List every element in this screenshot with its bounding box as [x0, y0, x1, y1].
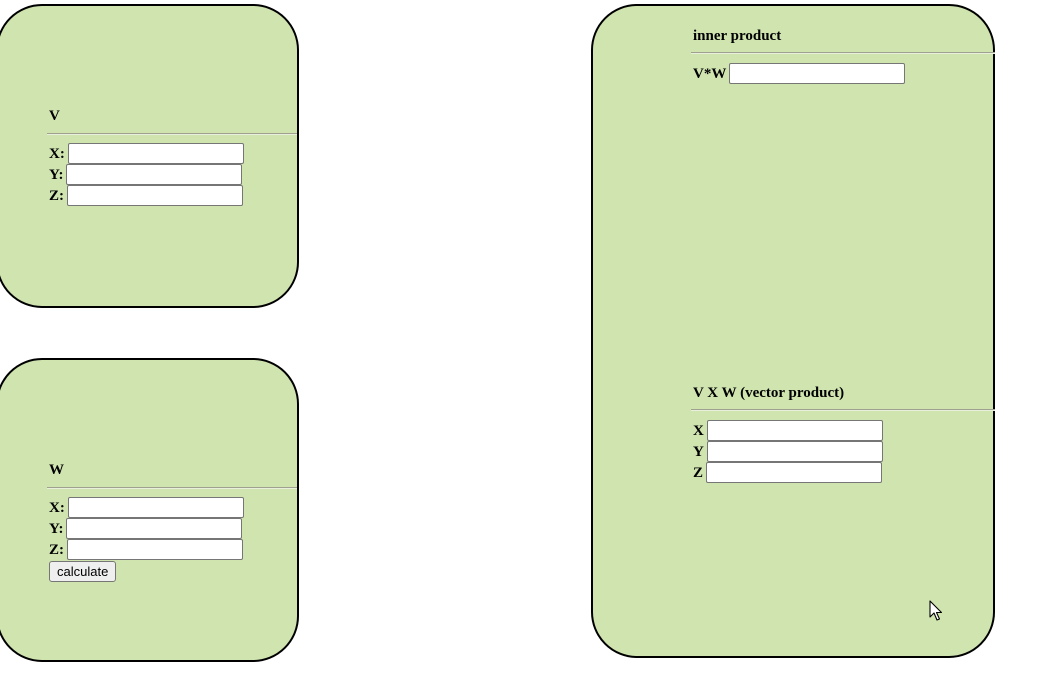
vector-w-title: W: [49, 462, 64, 478]
inner-product-row: V*W: [693, 63, 906, 84]
vector-v-z-row: Z:: [49, 185, 243, 206]
vector-w-divider: [47, 487, 297, 489]
inner-product-output[interactable]: [729, 63, 906, 84]
results-panel: inner product V*W V X W (vector product)…: [591, 4, 995, 658]
vector-product-y-output[interactable]: [706, 441, 883, 462]
vector-v-divider: [47, 133, 297, 135]
vector-v-z-label: Z:: [49, 187, 64, 204]
vector-w-z-label: Z:: [49, 541, 64, 558]
vector-product-z-output[interactable]: [706, 462, 883, 483]
inner-product-label: V*W: [693, 65, 727, 82]
vector-product-z-row: Z: [693, 462, 883, 483]
vector-product-divider: [691, 409, 995, 411]
vector-v-x-input[interactable]: [67, 143, 244, 164]
vector-w-x-label: X:: [49, 499, 65, 516]
vector-v-y-row: Y:: [49, 164, 243, 185]
vector-product-x-row: X: [693, 420, 883, 441]
vector-v-title: V: [49, 108, 60, 124]
vector-product-z-label: Z: [693, 464, 704, 481]
vector-product-y-row: Y: [693, 441, 883, 462]
vector-w-y-input[interactable]: [66, 518, 243, 539]
vector-v-x-label: X:: [49, 145, 65, 162]
vector-w-x-row: X:: [49, 497, 244, 518]
vector-w-y-label: Y:: [49, 520, 64, 537]
vector-product-y-label: Y: [693, 443, 704, 460]
vector-w-x-input[interactable]: [67, 497, 244, 518]
vector-v-z-input[interactable]: [67, 185, 243, 206]
vector-product-x-label: X: [693, 422, 704, 439]
inner-product-title: inner product: [693, 28, 782, 44]
vector-w-z-input[interactable]: [67, 539, 243, 560]
calculate-button[interactable]: calculate: [49, 561, 117, 582]
mouse-pointer-icon: [929, 600, 943, 621]
vector-v-y-label: Y:: [49, 166, 64, 183]
vector-w-y-row: Y:: [49, 518, 243, 539]
vector-product-x-output[interactable]: [706, 420, 883, 441]
vector-v-x-row: X:: [49, 143, 244, 164]
vector-w-panel: W X: Y: Z: calculate: [0, 358, 299, 662]
vector-v-panel: V X: Y: Z:: [0, 4, 299, 308]
inner-product-divider: [691, 52, 995, 54]
vector-w-z-row: Z:: [49, 539, 243, 560]
vector-product-title: V X W (vector product): [693, 385, 845, 401]
vector-v-y-input[interactable]: [66, 164, 243, 185]
